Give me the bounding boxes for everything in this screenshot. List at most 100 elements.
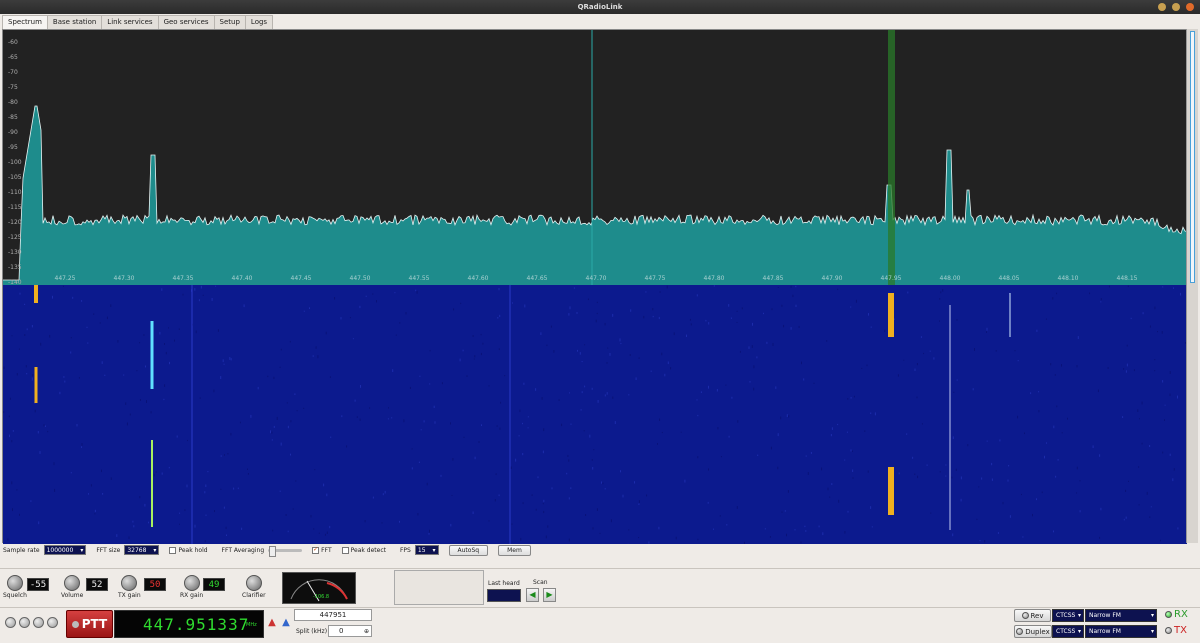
memory-leds [5,617,58,628]
waterfall-noise [450,523,452,527]
waterfall-noise [1046,442,1047,444]
waterfall-noise [601,481,602,484]
waterfall-noise [478,441,480,443]
rx-gain-knob[interactable] [183,575,200,591]
waterfall-noise [1055,475,1057,478]
waterfall-noise [770,446,772,450]
waterfall-noise [976,518,978,521]
waterfall-noise [318,532,320,534]
scan-up-button[interactable]: ▶ [543,588,556,602]
waterfall-noise [606,392,608,395]
waterfall-noise [1172,478,1174,482]
led-2-icon[interactable] [19,617,30,628]
waterfall-noise [317,355,319,359]
waterfall-noise [567,454,569,457]
tx-gain-knob[interactable] [121,575,138,591]
waterfall-noise [766,341,768,344]
waterfall-noise [696,294,698,297]
meter-reading: -106.8 [313,594,330,600]
peak-detect-checkbox[interactable]: Peak detect [341,546,386,554]
ptt-button[interactable]: PTT [66,610,113,638]
volume-control[interactable]: Volume [61,575,83,599]
waterfall-noise [90,484,92,487]
waterfall-noise [195,330,197,334]
waterfall-noise [798,325,800,328]
tune-frequency-input[interactable]: 447951 [294,609,372,621]
frequency-display[interactable]: 447.951337 [114,610,264,638]
fps-select[interactable]: 15 [414,545,439,555]
waterfall-noise [1146,491,1148,495]
waterfall-noise [381,522,383,524]
last-heard-display [487,589,521,602]
led-1-icon[interactable] [5,617,16,628]
ctcss-select-2[interactable]: CTCSS [1052,625,1084,638]
fft-size-select[interactable]: 32768 [124,545,160,555]
mode-select-2[interactable]: Narrow FM [1085,625,1157,638]
split-input[interactable]: 0 ⊕ [328,625,372,637]
maximize-icon[interactable] [1172,3,1180,11]
waterfall-noise [16,373,18,376]
mode-select-1[interactable]: Narrow FM [1085,609,1157,622]
sample-rate-select[interactable]: 1000000 [43,545,87,555]
db-tick-label: -75 [8,84,18,91]
tab-spectrum[interactable]: Spectrum [2,15,48,29]
waterfall-noise [939,471,941,473]
autosq-button[interactable]: AutoSq [448,544,489,556]
tx-gain-control[interactable]: TX gain [118,575,141,599]
volume-knob[interactable] [64,575,81,591]
tab-setup[interactable]: Setup [213,15,246,29]
spectrum-display[interactable]: -60 -65 -70 -75 -80 -85 -90 -95 -100 -105 -110 -115… [2,29,1187,544]
waterfall-noise [527,427,529,429]
tab-link-services[interactable]: Link services [101,15,159,29]
waterfall-noise [634,481,635,484]
waterfall-noise [764,528,766,530]
squelch-knob[interactable] [6,575,23,591]
fft-averaging-slider[interactable] [268,545,303,557]
waterfall-noise [596,301,598,304]
spinner-icon[interactable]: ⊕ [364,626,369,637]
peak-hold-checkbox[interactable]: Peak hold [169,546,208,554]
tab-base-station[interactable]: Base station [46,15,103,29]
scan-down-button[interactable]: ◀ [526,588,539,602]
tune-down-button[interactable]: ▲ [280,616,292,630]
peak-detect-label: Peak detect [350,546,386,554]
waterfall-noise [708,468,709,471]
waterfall-signal [509,285,511,544]
spectrum-plot[interactable]: -60 -65 -70 -75 -80 -85 -90 -95 -100 -105 -110 -115… [3,30,1187,544]
waterfall-noise [417,513,419,516]
led-4-icon[interactable] [47,617,58,628]
waterfall-noise [497,317,499,319]
close-icon[interactable] [1186,3,1194,11]
waterfall-noise [276,416,278,420]
waterfall-noise [790,327,792,330]
waterfall-noise [795,304,797,307]
tune-up-button[interactable]: ▲ [266,616,278,630]
waterfall-noise [1061,432,1063,434]
rx-gain-control[interactable]: RX gain [180,575,203,599]
fft-checkbox[interactable]: FFT [312,546,332,554]
ctcss-select-1[interactable]: CTCSS [1052,609,1084,622]
rev-button[interactable]: Rev [1014,609,1051,622]
spectrum-scrollbar[interactable] [1186,29,1198,543]
waterfall-noise [916,363,918,366]
waterfall-noise [700,391,702,393]
waterfall-noise [429,349,431,352]
squelch-control[interactable]: Squelch [3,575,27,599]
waterfall-noise [907,291,909,294]
led-3-icon[interactable] [33,617,44,628]
waterfall-noise [220,488,222,490]
waterfall-noise [459,358,461,362]
waterfall-noise [844,459,846,461]
scrollbar-handle[interactable] [1190,31,1195,283]
waterfall-noise [929,350,931,352]
waterfall-noise [303,310,305,312]
tab-logs[interactable]: Logs [244,15,274,29]
clarifier-control[interactable]: Clarifier [242,575,266,599]
clarifier-knob[interactable] [245,575,262,591]
waterfall-noise [132,520,134,523]
waterfall-noise [1162,380,1164,383]
tab-geo-services[interactable]: Geo services [157,15,215,29]
mem-button[interactable]: Mem [498,544,531,556]
minimize-icon[interactable] [1158,3,1166,11]
duplex-button[interactable]: Duplex [1014,625,1052,638]
